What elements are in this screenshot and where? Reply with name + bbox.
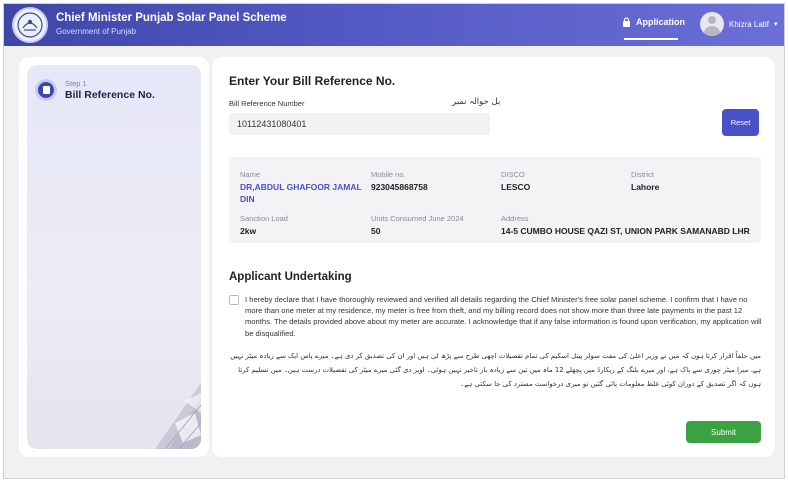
detail-sanction: Sanction Load 2kw	[240, 214, 288, 237]
step-document-icon	[35, 79, 57, 101]
detail-address: Address 14-5 CUMBO HOUSE QAZI ST, UNION …	[501, 214, 759, 237]
decorative-pattern-icon	[155, 383, 201, 449]
bill-heading: Enter Your Bill Reference No.	[229, 74, 396, 88]
units-value: 50	[371, 226, 381, 236]
consumer-details: Name DR,ABDUL GHAFOOR JAMAL DIN Mobile n…	[229, 157, 761, 243]
step-number: Step 1	[65, 79, 87, 88]
disco-label: DISCO	[501, 170, 525, 179]
undertaking-text-ur: میں حلفاً اقرار کرتا ہوں کہ میں نے وزیر …	[230, 352, 761, 388]
stepper-inner: Step 1 Bill Reference No.	[27, 65, 201, 449]
avatar	[700, 12, 724, 36]
district-value: Lahore	[631, 182, 660, 192]
mobile-label: Mobile no.	[371, 170, 406, 179]
name-value: DR,ABDUL GHAFOOR JAMAL DIN	[240, 182, 362, 204]
address-label: Address	[501, 214, 529, 223]
bill-reference-input[interactable]	[229, 113, 490, 135]
district-label: District	[631, 170, 654, 179]
user-menu[interactable]: Khizra Latif ▾	[700, 12, 778, 36]
lock-icon	[623, 17, 630, 27]
nav-active-indicator	[624, 38, 678, 40]
nav-application-label: Application	[636, 17, 685, 27]
sanction-value: 2kw	[240, 226, 257, 236]
detail-district: District Lahore	[631, 170, 659, 193]
agree-checkbox[interactable]	[229, 295, 239, 305]
nav-application[interactable]: Application	[622, 17, 685, 27]
top-header: Chief Minister Punjab Solar Panel Scheme…	[4, 4, 784, 46]
app-title: Chief Minister Punjab Solar Panel Scheme	[56, 12, 287, 24]
units-label: Units Consumed June 2024	[371, 214, 464, 223]
detail-name: Name DR,ABDUL GHAFOOR JAMAL DIN	[240, 170, 365, 205]
mobile-value: 923045868758	[371, 182, 428, 192]
detail-units: Units Consumed June 2024 50	[371, 214, 464, 237]
address-value: 14-5 CUMBO HOUSE QAZI ST, UNION PARK SAM…	[501, 226, 750, 236]
user-name: Khizra Latif	[729, 19, 770, 29]
sanction-label: Sanction Load	[240, 214, 288, 223]
bill-label-urdu: بل حوالہ نمبر	[452, 97, 501, 107]
step-title: Bill Reference No.	[65, 89, 155, 101]
disco-value: LESCO	[501, 182, 531, 192]
main-form-card: Enter Your Bill Reference No. Bill Refer…	[212, 57, 775, 457]
bill-label: Bill Reference Number	[229, 99, 305, 108]
detail-disco: DISCO LESCO	[501, 170, 530, 193]
submit-button[interactable]: Submit	[686, 421, 761, 443]
app-subtitle: Government of Punjab	[56, 27, 137, 36]
detail-mobile: Mobile no. 923045868758	[371, 170, 428, 193]
undertaking-text-en: I hereby declare that I have thoroughly …	[245, 295, 762, 338]
undertaking-heading: Applicant Undertaking	[229, 271, 352, 283]
app-window: Chief Minister Punjab Solar Panel Scheme…	[3, 3, 785, 479]
stepper-panel: Step 1 Bill Reference No.	[19, 57, 209, 457]
name-label: Name	[240, 170, 261, 179]
punjab-logo-icon	[12, 7, 48, 43]
chevron-down-icon: ▾	[774, 21, 778, 28]
reset-button[interactable]: Reset	[722, 109, 759, 136]
